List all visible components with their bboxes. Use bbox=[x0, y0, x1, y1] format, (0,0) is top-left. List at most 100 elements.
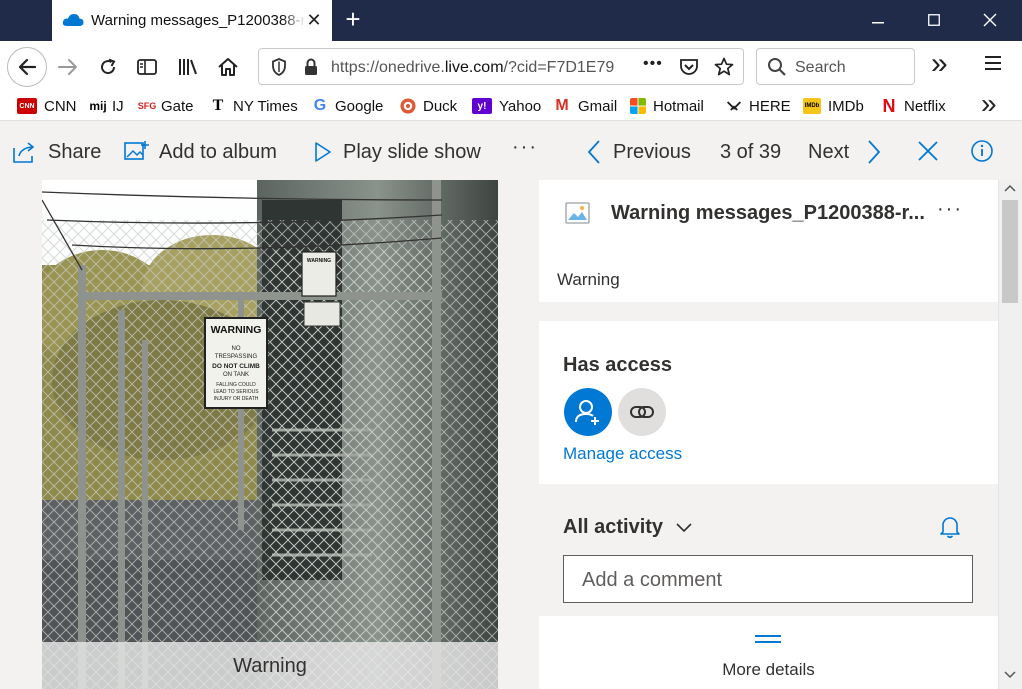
all-activity-dropdown[interactable]: All activity bbox=[563, 516, 693, 539]
bell-icon[interactable] bbox=[939, 515, 961, 539]
back-button[interactable] bbox=[7, 47, 47, 87]
comment-input[interactable]: Add a comment bbox=[563, 555, 973, 603]
warning-sign-line: DO NOT CLIMB bbox=[212, 363, 260, 370]
file-info-card: Warning messages_P1200388-r... ··· Warni… bbox=[539, 180, 998, 302]
file-description[interactable]: Warning bbox=[557, 270, 620, 290]
bookmark-label: HERE bbox=[749, 97, 791, 115]
warning-sign-line: ON TANK bbox=[223, 372, 249, 378]
shield-icon bbox=[272, 58, 286, 76]
bookmark-google[interactable]: G Google bbox=[312, 96, 384, 116]
here-icon bbox=[726, 101, 742, 111]
play-icon bbox=[315, 142, 331, 162]
scroll-up-icon[interactable] bbox=[1004, 184, 1016, 196]
more-details-card[interactable]: More details bbox=[539, 616, 998, 689]
warning-sign-line: LEAD TO SERIOUS bbox=[213, 389, 259, 395]
bookmark-nytimes[interactable]: T NY Times bbox=[210, 96, 298, 116]
reload-button[interactable] bbox=[90, 50, 126, 84]
maximize-button[interactable] bbox=[906, 0, 962, 41]
warning-sign-heading: WARNING bbox=[211, 324, 262, 336]
photo-viewer: WARNING NO TRESPASSING DO NOT CLIMB ON T… bbox=[0, 180, 539, 689]
minimize-button[interactable] bbox=[850, 0, 906, 41]
bookmark-cnn[interactable]: CNN CNN bbox=[17, 96, 77, 116]
bookmark-label: Gmail bbox=[578, 97, 618, 115]
bookmark-star-icon[interactable] bbox=[714, 57, 734, 77]
bookmark-gate[interactable]: SFG Gate bbox=[137, 96, 194, 116]
url-text: https://onedrive.live.com/?cid=F7D1E79 bbox=[331, 59, 641, 77]
bookmark-label: CNN bbox=[44, 97, 77, 115]
browser-tab[interactable]: Warning messages_P1200388-r ✕ bbox=[52, 0, 332, 41]
toolbar-overflow-button[interactable]: » bbox=[931, 47, 948, 81]
nytimes-icon: T bbox=[212, 97, 224, 114]
new-tab-button[interactable]: + bbox=[340, 6, 366, 33]
close-window-button[interactable] bbox=[962, 0, 1018, 41]
bookmarks-toolbar: CNN CNN mij IJ SFG Gate T NY Times G Goo… bbox=[0, 88, 1022, 120]
more-actions-button[interactable]: ··· bbox=[512, 135, 538, 159]
copy-link-button[interactable] bbox=[618, 388, 666, 436]
photo[interactable]: WARNING NO TRESPASSING DO NOT CLIMB ON T… bbox=[42, 180, 498, 689]
scrollbar-thumb[interactable] bbox=[1002, 200, 1018, 303]
minimize-icon bbox=[872, 22, 884, 24]
bookmark-duck[interactable]: Duck bbox=[400, 96, 457, 116]
image-file-icon bbox=[565, 202, 590, 224]
cnn-icon: CNN bbox=[17, 98, 37, 114]
bookmark-label: Netflix bbox=[904, 97, 946, 115]
close-tab-icon[interactable]: ✕ bbox=[305, 11, 323, 29]
add-to-album-label: Add to album bbox=[159, 140, 277, 163]
warning-sign-line: FALLING COULD bbox=[216, 382, 256, 388]
manage-access-link[interactable]: Manage access bbox=[563, 444, 682, 464]
scroll-down-icon[interactable] bbox=[1004, 671, 1016, 683]
small-warning-sign: WARNING bbox=[307, 258, 331, 264]
close-icon bbox=[918, 141, 938, 161]
bookmarks-overflow-button[interactable]: » bbox=[981, 88, 997, 120]
bookmark-label: Google bbox=[335, 97, 384, 115]
imdb-icon: IMDb bbox=[803, 98, 821, 114]
details-scrollbar[interactable] bbox=[998, 180, 1022, 689]
play-slide-show-button[interactable]: Play slide show bbox=[313, 140, 481, 164]
has-access-heading: Has access bbox=[563, 354, 672, 376]
close-viewer-button[interactable] bbox=[917, 140, 941, 166]
bookmark-netflix[interactable]: N Netflix bbox=[881, 96, 946, 116]
forward-button[interactable] bbox=[50, 50, 86, 84]
forward-arrow-icon bbox=[58, 59, 77, 75]
bookmark-gmail[interactable]: M Gmail bbox=[553, 96, 617, 116]
photo-image: WARNING NO TRESPASSING DO NOT CLIMB ON T… bbox=[42, 180, 498, 689]
gmail-icon: M bbox=[555, 97, 569, 114]
all-activity-label: All activity bbox=[563, 516, 664, 538]
search-placeholder: Search bbox=[795, 59, 846, 76]
info-button[interactable] bbox=[970, 139, 994, 165]
more-details-label: More details bbox=[722, 660, 815, 679]
bookmark-label: Duck bbox=[423, 97, 458, 115]
library-icon bbox=[179, 59, 197, 75]
netflix-icon: N bbox=[882, 95, 896, 116]
hamburger-menu-icon bbox=[985, 56, 1001, 70]
app-menu-button[interactable] bbox=[983, 54, 1003, 77]
address-bar[interactable]: https://onedrive.live.com/?cid=F7D1E79 •… bbox=[258, 48, 744, 85]
navigation-toolbar: https://onedrive.live.com/?cid=F7D1E79 •… bbox=[0, 41, 1022, 92]
google-icon: G bbox=[313, 97, 327, 114]
sidebar-icon bbox=[137, 59, 157, 75]
photo-caption: Warning bbox=[42, 642, 498, 689]
share-button[interactable]: Share bbox=[12, 140, 101, 164]
bookmark-yahoo[interactable]: y! Yahoo bbox=[472, 96, 541, 116]
page-actions-button[interactable]: ••• bbox=[643, 55, 663, 73]
bookmark-imdb[interactable]: IMDb IMDb bbox=[803, 96, 864, 116]
library-button[interactable] bbox=[170, 50, 206, 84]
onedrive-cloud-icon bbox=[62, 14, 84, 26]
next-button[interactable]: Next bbox=[808, 140, 883, 164]
home-button[interactable] bbox=[210, 50, 246, 84]
search-box[interactable]: Search bbox=[756, 48, 915, 85]
chevron-down-icon bbox=[676, 522, 692, 532]
file-name: Warning messages_P1200388-r... bbox=[611, 202, 925, 224]
add-people-button[interactable] bbox=[564, 388, 612, 436]
bookmark-hotmail[interactable]: Hotmail bbox=[630, 96, 704, 116]
previous-button[interactable]: Previous bbox=[585, 140, 691, 164]
bookmark-label: IMDb bbox=[828, 97, 864, 115]
share-icon bbox=[13, 142, 35, 163]
reader-view-button[interactable] bbox=[129, 50, 165, 84]
yahoo-icon: y! bbox=[472, 98, 492, 114]
file-more-button[interactable]: ··· bbox=[937, 198, 963, 221]
pocket-icon[interactable] bbox=[679, 58, 699, 76]
bookmark-ij[interactable]: mij IJ bbox=[88, 96, 123, 116]
add-to-album-button[interactable]: Add to album bbox=[123, 140, 277, 164]
bookmark-here[interactable]: HERE bbox=[726, 96, 791, 116]
